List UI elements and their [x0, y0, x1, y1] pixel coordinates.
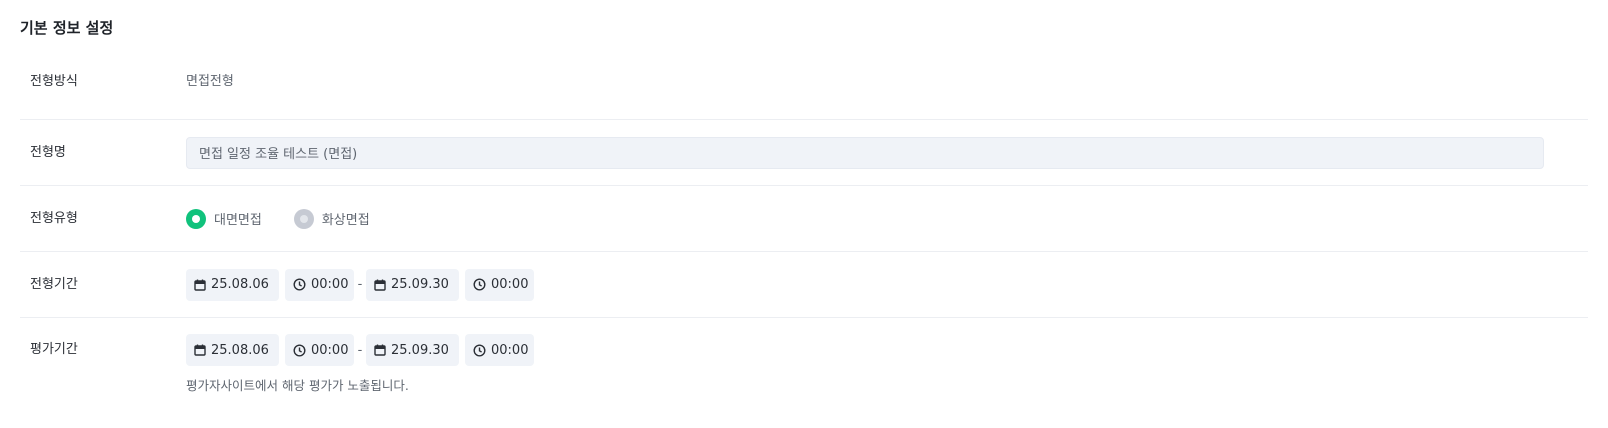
stage-end-date: 25.09.30	[391, 277, 449, 292]
row-stage-period: 전형기간 25.08.06 00:00 - 25.09.30 00:00	[20, 252, 1588, 318]
stage-start-time-picker[interactable]: 00:00	[285, 268, 354, 301]
calendar-icon	[194, 344, 206, 356]
clock-icon	[293, 343, 306, 357]
stage-end-time: 00:00	[491, 277, 529, 292]
range-separator: -	[357, 277, 363, 292]
radio-video[interactable]: 화상면접	[293, 208, 370, 229]
settings-form: 전형방식 면접전형 전형명 면접 일정 조율 테스트 (면접) 전형유형 대면면…	[20, 62, 1588, 402]
stage-period-range: 25.08.06 00:00 - 25.09.30 00:00	[186, 268, 534, 301]
radio-in-person[interactable]: 대면면접	[186, 208, 262, 229]
eval-start-time: 00:00	[311, 342, 349, 358]
stage-name-input[interactable]: 면접 일정 조율 테스트 (면접)	[186, 136, 1544, 169]
type-label: 전형유형	[30, 210, 78, 226]
name-label: 전형명	[30, 144, 66, 160]
row-method: 전형방식 면접전형	[20, 62, 1588, 120]
calendar-icon	[374, 279, 386, 291]
eval-start-date-picker[interactable]: 25.08.06	[186, 334, 279, 366]
radio-selected-icon	[186, 208, 206, 229]
eval-period-block: 25.08.06 00:00 - 25.09.30 00:00 평가자사이트에서…	[186, 334, 534, 395]
eval-end-time: 00:00	[491, 342, 529, 358]
radio-video-label: 화상면접	[321, 213, 370, 228]
eval-period-hint: 평가자사이트에서 해당 평가가 노출됩니다.	[186, 378, 409, 393]
eval-period-label: 평가기간	[30, 342, 78, 357]
stage-period-label: 전형기간	[30, 276, 78, 292]
eval-end-date-picker[interactable]: 25.09.30	[366, 334, 459, 366]
clock-icon	[293, 278, 306, 291]
clock-icon	[473, 278, 486, 291]
stage-start-date: 25.08.06	[211, 277, 269, 292]
eval-start-date: 25.08.06	[211, 342, 269, 358]
calendar-icon	[194, 279, 206, 291]
eval-start-time-picker[interactable]: 00:00	[285, 334, 354, 366]
row-eval-period: 평가기간 25.08.06 00:00 - 25.09.30 00:00 평가자…	[20, 318, 1588, 402]
radio-in-person-label: 대면면접	[214, 213, 262, 228]
stage-start-time: 00:00	[311, 277, 349, 292]
row-name: 전형명 면접 일정 조율 테스트 (면접)	[20, 120, 1588, 186]
row-type: 전형유형 대면면접 화상면접	[20, 186, 1588, 252]
stage-end-time-picker[interactable]: 00:00	[465, 268, 534, 301]
radio-unselected-icon	[293, 208, 314, 229]
basic-info-settings: 기본 정보 설정 전형방식 면접전형 전형명 면접 일정 조율 테스트 (면접)…	[0, 0, 1608, 428]
clock-icon	[473, 343, 486, 357]
calendar-icon	[374, 344, 386, 356]
eval-end-date: 25.09.30	[391, 342, 449, 358]
method-label: 전형방식	[30, 74, 78, 89]
stage-end-date-picker[interactable]: 25.09.30	[366, 268, 459, 301]
range-separator: -	[357, 342, 363, 358]
eval-period-range: 25.08.06 00:00 - 25.09.30 00:00	[186, 334, 534, 366]
eval-end-time-picker[interactable]: 00:00	[465, 334, 534, 366]
stage-start-date-picker[interactable]: 25.08.06	[186, 268, 279, 301]
type-radio-group: 대면면접 화상면접	[186, 208, 402, 229]
method-value: 면접전형	[186, 74, 234, 89]
section-title: 기본 정보 설정	[20, 19, 114, 37]
